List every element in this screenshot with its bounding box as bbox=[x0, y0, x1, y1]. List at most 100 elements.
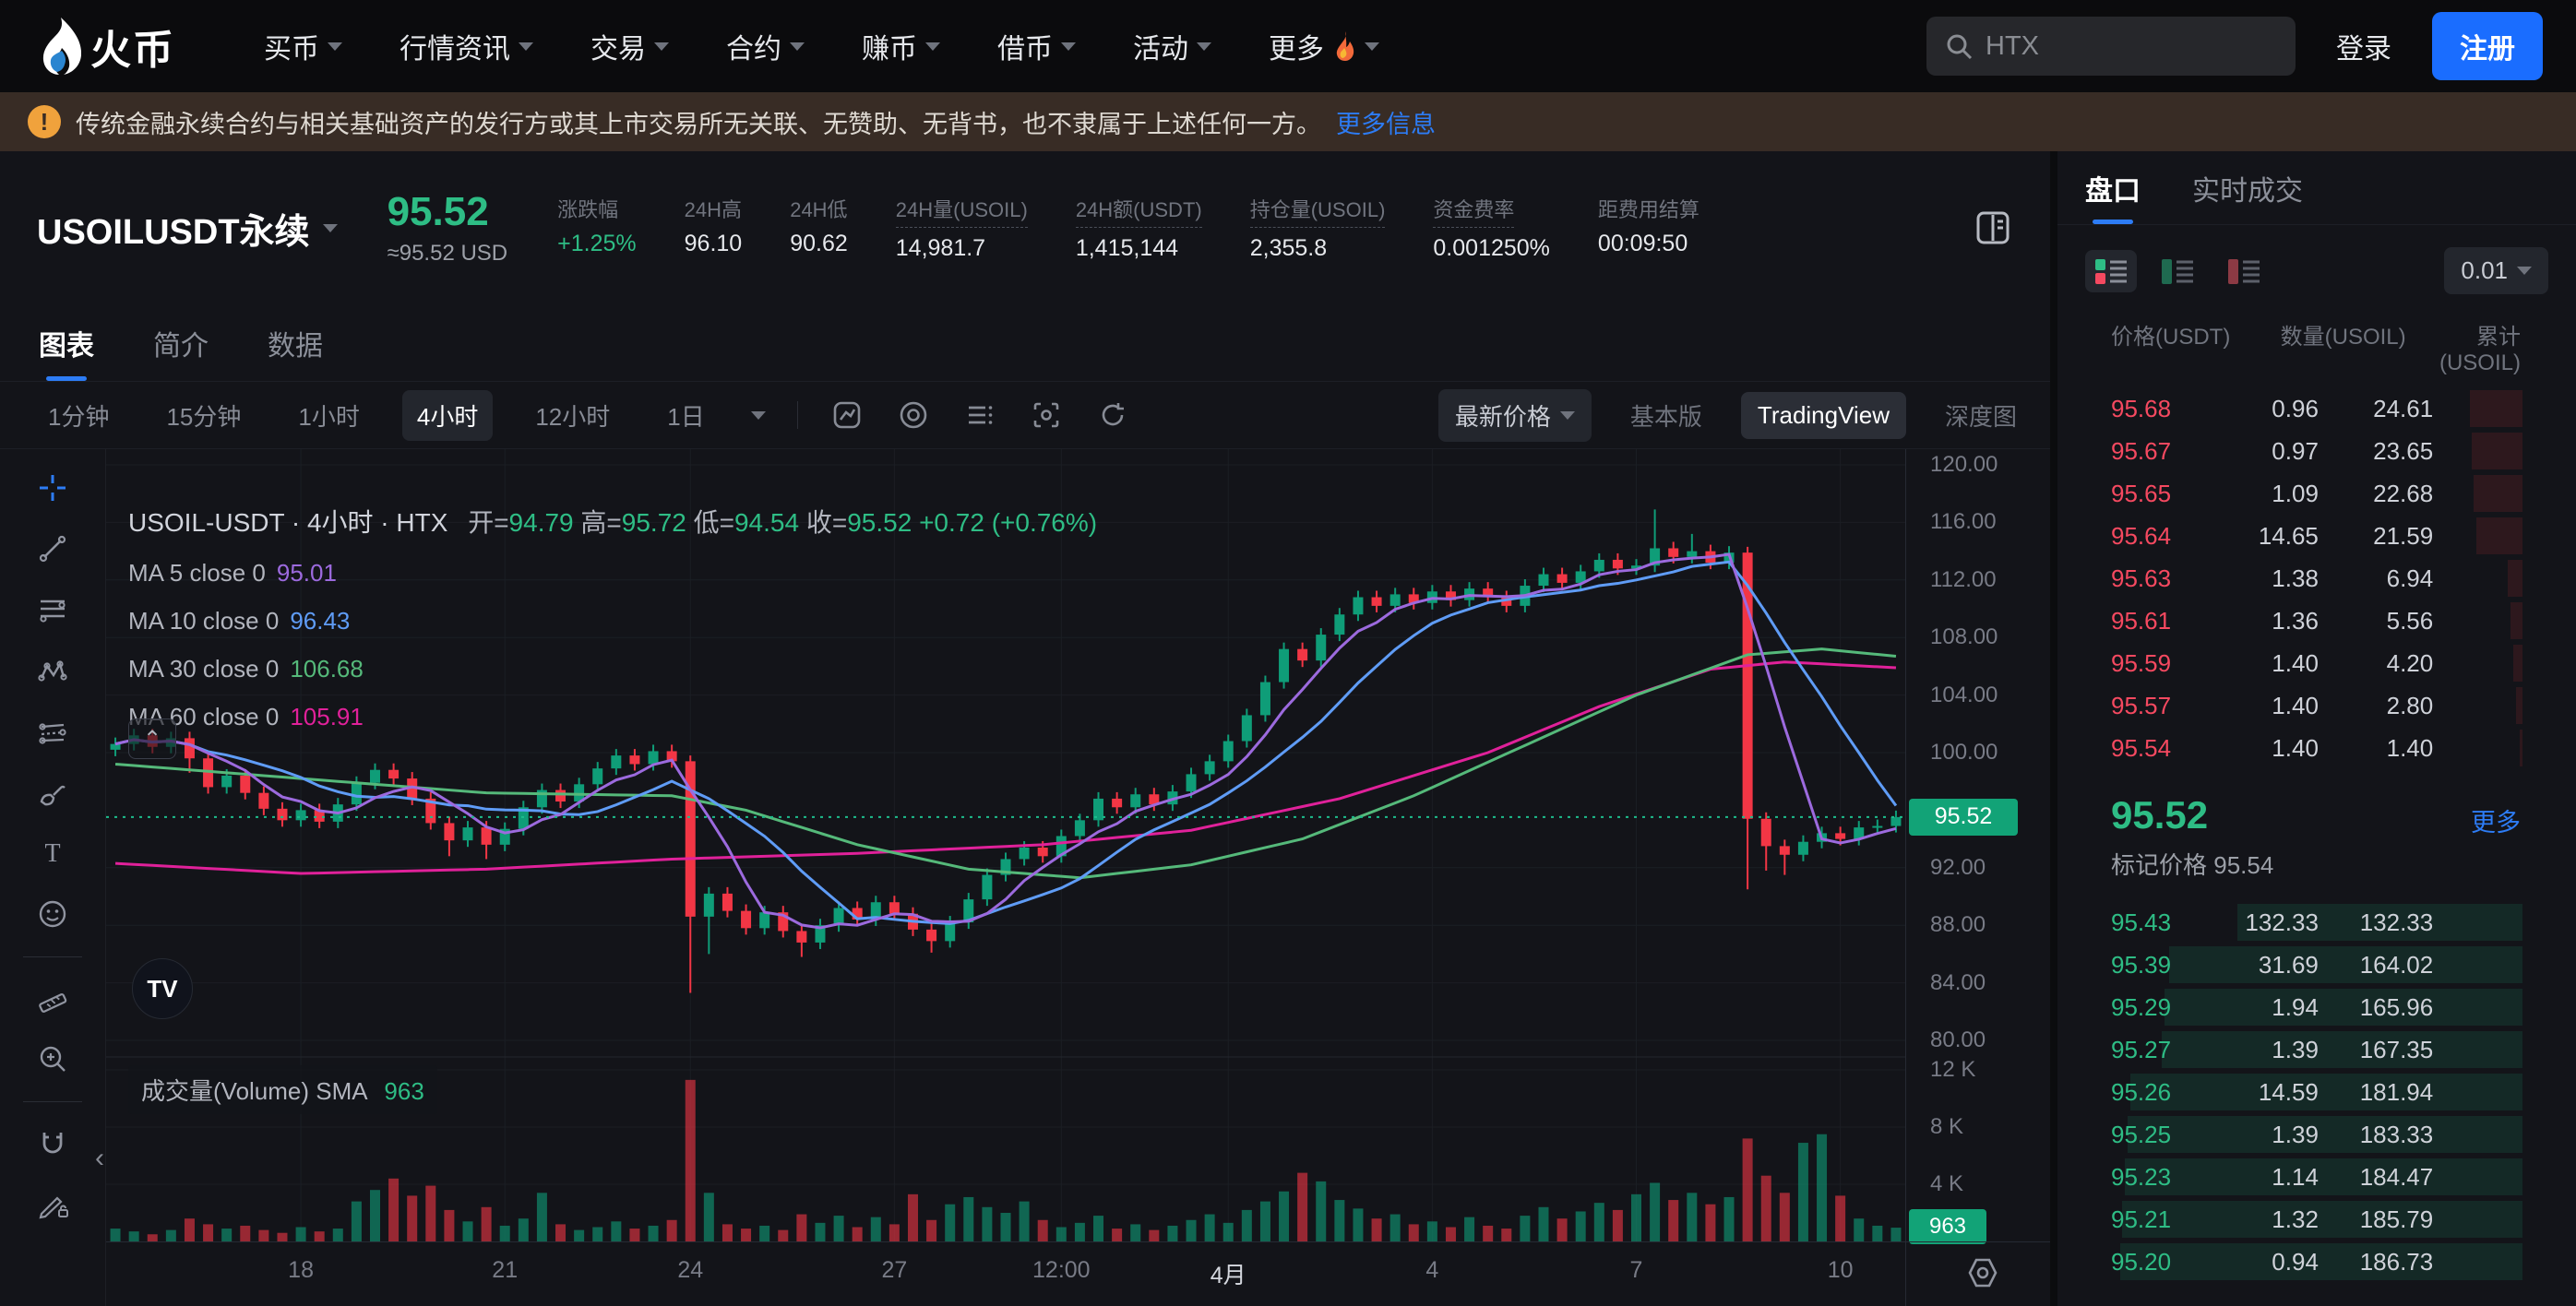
reload-icon[interactable] bbox=[1095, 398, 1130, 433]
book-layout-both-icon[interactable] bbox=[2085, 250, 2137, 292]
stat-label[interactable]: 24H量(USOIL) bbox=[896, 194, 1028, 228]
orderbook-mid: 95.52 标记价格 95.54 更多 bbox=[2057, 769, 2576, 901]
timeframe-1分钟[interactable]: 1分钟 bbox=[33, 390, 124, 441]
tab-trades[interactable]: 实时成交 bbox=[2192, 151, 2303, 224]
text-tool-icon[interactable]: T bbox=[27, 827, 78, 879]
login-button[interactable]: 登录 bbox=[2336, 26, 2391, 66]
bid-row[interactable]: 95.200.94186.73 bbox=[2111, 1241, 2521, 1283]
brush-icon[interactable] bbox=[27, 766, 78, 818]
ask-row[interactable]: 95.631.386.94 bbox=[2111, 557, 2521, 600]
tab-1[interactable]: 图表 bbox=[39, 304, 94, 381]
ask-row[interactable]: 95.591.404.20 bbox=[2111, 642, 2521, 684]
xabcd-pattern-icon[interactable] bbox=[27, 645, 78, 696]
time-axis[interactable]: 1821242712:004月4710 bbox=[106, 1241, 2050, 1306]
book-layout-bids-icon[interactable] bbox=[2152, 250, 2203, 292]
nav-item-1[interactable]: 买币 bbox=[264, 26, 342, 66]
ask-row[interactable]: 95.670.9723.65 bbox=[2111, 430, 2521, 472]
ask-row[interactable]: 95.571.402.80 bbox=[2111, 684, 2521, 727]
tab-2[interactable]: 简介 bbox=[153, 304, 209, 381]
contract-info-icon[interactable] bbox=[1973, 208, 2013, 248]
ask-row[interactable]: 95.651.0922.68 bbox=[2111, 472, 2521, 515]
precision-dropdown[interactable]: 0.01 bbox=[2444, 247, 2548, 294]
bid-row[interactable]: 95.3931.69164.02 bbox=[2111, 944, 2521, 986]
ask-row[interactable]: 95.541.401.40 bbox=[2111, 727, 2521, 769]
book-layout-asks-icon[interactable] bbox=[2218, 250, 2270, 292]
bid-row[interactable]: 95.271.39167.35 bbox=[2111, 1028, 2521, 1071]
timeframe-more-icon[interactable] bbox=[751, 411, 766, 420]
drawing-lock-icon[interactable] bbox=[27, 1178, 78, 1229]
fib-retracement-icon[interactable] bbox=[27, 584, 78, 635]
legend-collapse-button[interactable]: ⌃ bbox=[128, 718, 176, 759]
nav-item-2[interactable]: 行情资讯 bbox=[400, 26, 533, 66]
more-info-link[interactable]: 更多信息 bbox=[1336, 104, 1436, 140]
screenshot-icon[interactable] bbox=[1029, 398, 1064, 433]
price-tick: 100.00 bbox=[1930, 740, 1998, 766]
stat-label[interactable]: 资金费率 bbox=[1433, 194, 1514, 228]
precision-value: 0.01 bbox=[2461, 256, 2508, 285]
nav-item-7[interactable]: 活动 bbox=[1133, 26, 1211, 66]
ask-row[interactable]: 95.680.9624.61 bbox=[2111, 387, 2521, 430]
search-input[interactable] bbox=[1986, 31, 2262, 62]
view-1[interactable]: 基本版 bbox=[1630, 398, 1702, 433]
candlestick-chart[interactable]: USOIL-USDT · 4小时 · HTX 开=94.79 高=95.72 低… bbox=[106, 449, 1905, 1241]
contract-stats: 涨跌幅+1.25%24H高96.1024H低90.6224H量(USOIL)14… bbox=[557, 194, 1699, 262]
bid-row[interactable]: 95.211.32185.79 bbox=[2111, 1198, 2521, 1241]
nav-item-label: 合约 bbox=[726, 26, 781, 66]
register-button[interactable]: 注册 bbox=[2432, 12, 2543, 80]
stat-value: 0.001250% bbox=[1433, 235, 1550, 262]
nav-item-label: 更多 bbox=[1269, 26, 1324, 66]
timeframe-12小时[interactable]: 12小时 bbox=[520, 390, 625, 441]
layout-list-icon[interactable] bbox=[962, 398, 997, 433]
huobi-logo[interactable]: 火币 bbox=[33, 17, 175, 76]
volume-sma-value: 963 bbox=[384, 1077, 423, 1105]
zoom-in-icon[interactable] bbox=[27, 1033, 78, 1085]
bid-row[interactable]: 95.251.39183.33 bbox=[2111, 1113, 2521, 1156]
view-2[interactable]: TradingView bbox=[1741, 392, 1906, 439]
tradingview-logo[interactable]: TV bbox=[132, 958, 193, 1019]
ask-row[interactable]: 95.611.365.56 bbox=[2111, 600, 2521, 642]
forecast-tool-icon[interactable] bbox=[27, 706, 78, 757]
depth-bar bbox=[2476, 517, 2522, 554]
ruler-icon[interactable] bbox=[27, 972, 78, 1024]
price-block: 95.52 ≈95.52 USD bbox=[388, 189, 508, 267]
crosshair-icon[interactable] bbox=[27, 462, 78, 514]
bid-row[interactable]: 95.43132.33132.33 bbox=[2111, 901, 2521, 944]
bid-row[interactable]: 95.2614.59181.94 bbox=[2111, 1071, 2521, 1113]
divider bbox=[797, 401, 798, 429]
search-box[interactable] bbox=[1926, 17, 2296, 76]
collapse-handle-icon[interactable]: ‹ bbox=[95, 1143, 104, 1174]
nav-item-5[interactable]: 赚币 bbox=[862, 26, 940, 66]
bid-row[interactable]: 95.231.14184.47 bbox=[2111, 1156, 2521, 1198]
contract-selector[interactable]: USOILUSDT永续 bbox=[37, 203, 338, 254]
price-tick: 92.00 bbox=[1930, 855, 1986, 881]
book-more-link[interactable]: 更多 bbox=[2471, 802, 2521, 838]
stat-label[interactable]: 持仓量(USOIL) bbox=[1250, 194, 1386, 228]
candle-style-icon[interactable] bbox=[829, 398, 865, 433]
nav-item-4[interactable]: 合约 bbox=[726, 26, 805, 66]
bid-row[interactable]: 95.291.94165.96 bbox=[2111, 986, 2521, 1028]
emoji-icon[interactable] bbox=[27, 888, 78, 940]
tab-orderbook[interactable]: 盘口 bbox=[2085, 151, 2141, 224]
price-mode-label: 最新价格 bbox=[1455, 398, 1551, 433]
indicators-icon[interactable] bbox=[896, 398, 931, 433]
axis-settings-gear-icon[interactable] bbox=[1963, 1253, 2002, 1292]
nav-item-6[interactable]: 借币 bbox=[997, 26, 1076, 66]
orderbook-tabs: 盘口 实时成交 bbox=[2057, 151, 2576, 225]
trend-line-icon[interactable] bbox=[27, 523, 78, 575]
timeframe-1小时[interactable]: 1小时 bbox=[283, 390, 374, 441]
timeframe-1日[interactable]: 1日 bbox=[652, 390, 719, 441]
tab-3[interactable]: 数据 bbox=[268, 304, 323, 381]
magnet-icon[interactable] bbox=[27, 1117, 78, 1169]
ask-row[interactable]: 95.6414.6521.59 bbox=[2111, 515, 2521, 557]
timeframe-15分钟[interactable]: 15分钟 bbox=[151, 390, 256, 441]
time-tick-7: 7 bbox=[1630, 1257, 1643, 1284]
stat-label[interactable]: 24H额(USDT) bbox=[1076, 194, 1202, 228]
nav-item-3[interactable]: 交易 bbox=[590, 26, 669, 66]
stat-label: 距费用结算 bbox=[1598, 194, 1699, 223]
volume-tick: 8 K bbox=[1930, 1114, 1963, 1140]
view-3[interactable]: 深度图 bbox=[1945, 398, 2017, 433]
timeframe-4小时[interactable]: 4小时 bbox=[402, 390, 493, 441]
price-mode-dropdown[interactable]: 最新价格 bbox=[1438, 389, 1592, 442]
nav-item-8[interactable]: 更多 bbox=[1269, 26, 1379, 66]
price-axis[interactable]: 120.00116.00112.00108.00104.00100.0092.0… bbox=[1905, 449, 2050, 1241]
